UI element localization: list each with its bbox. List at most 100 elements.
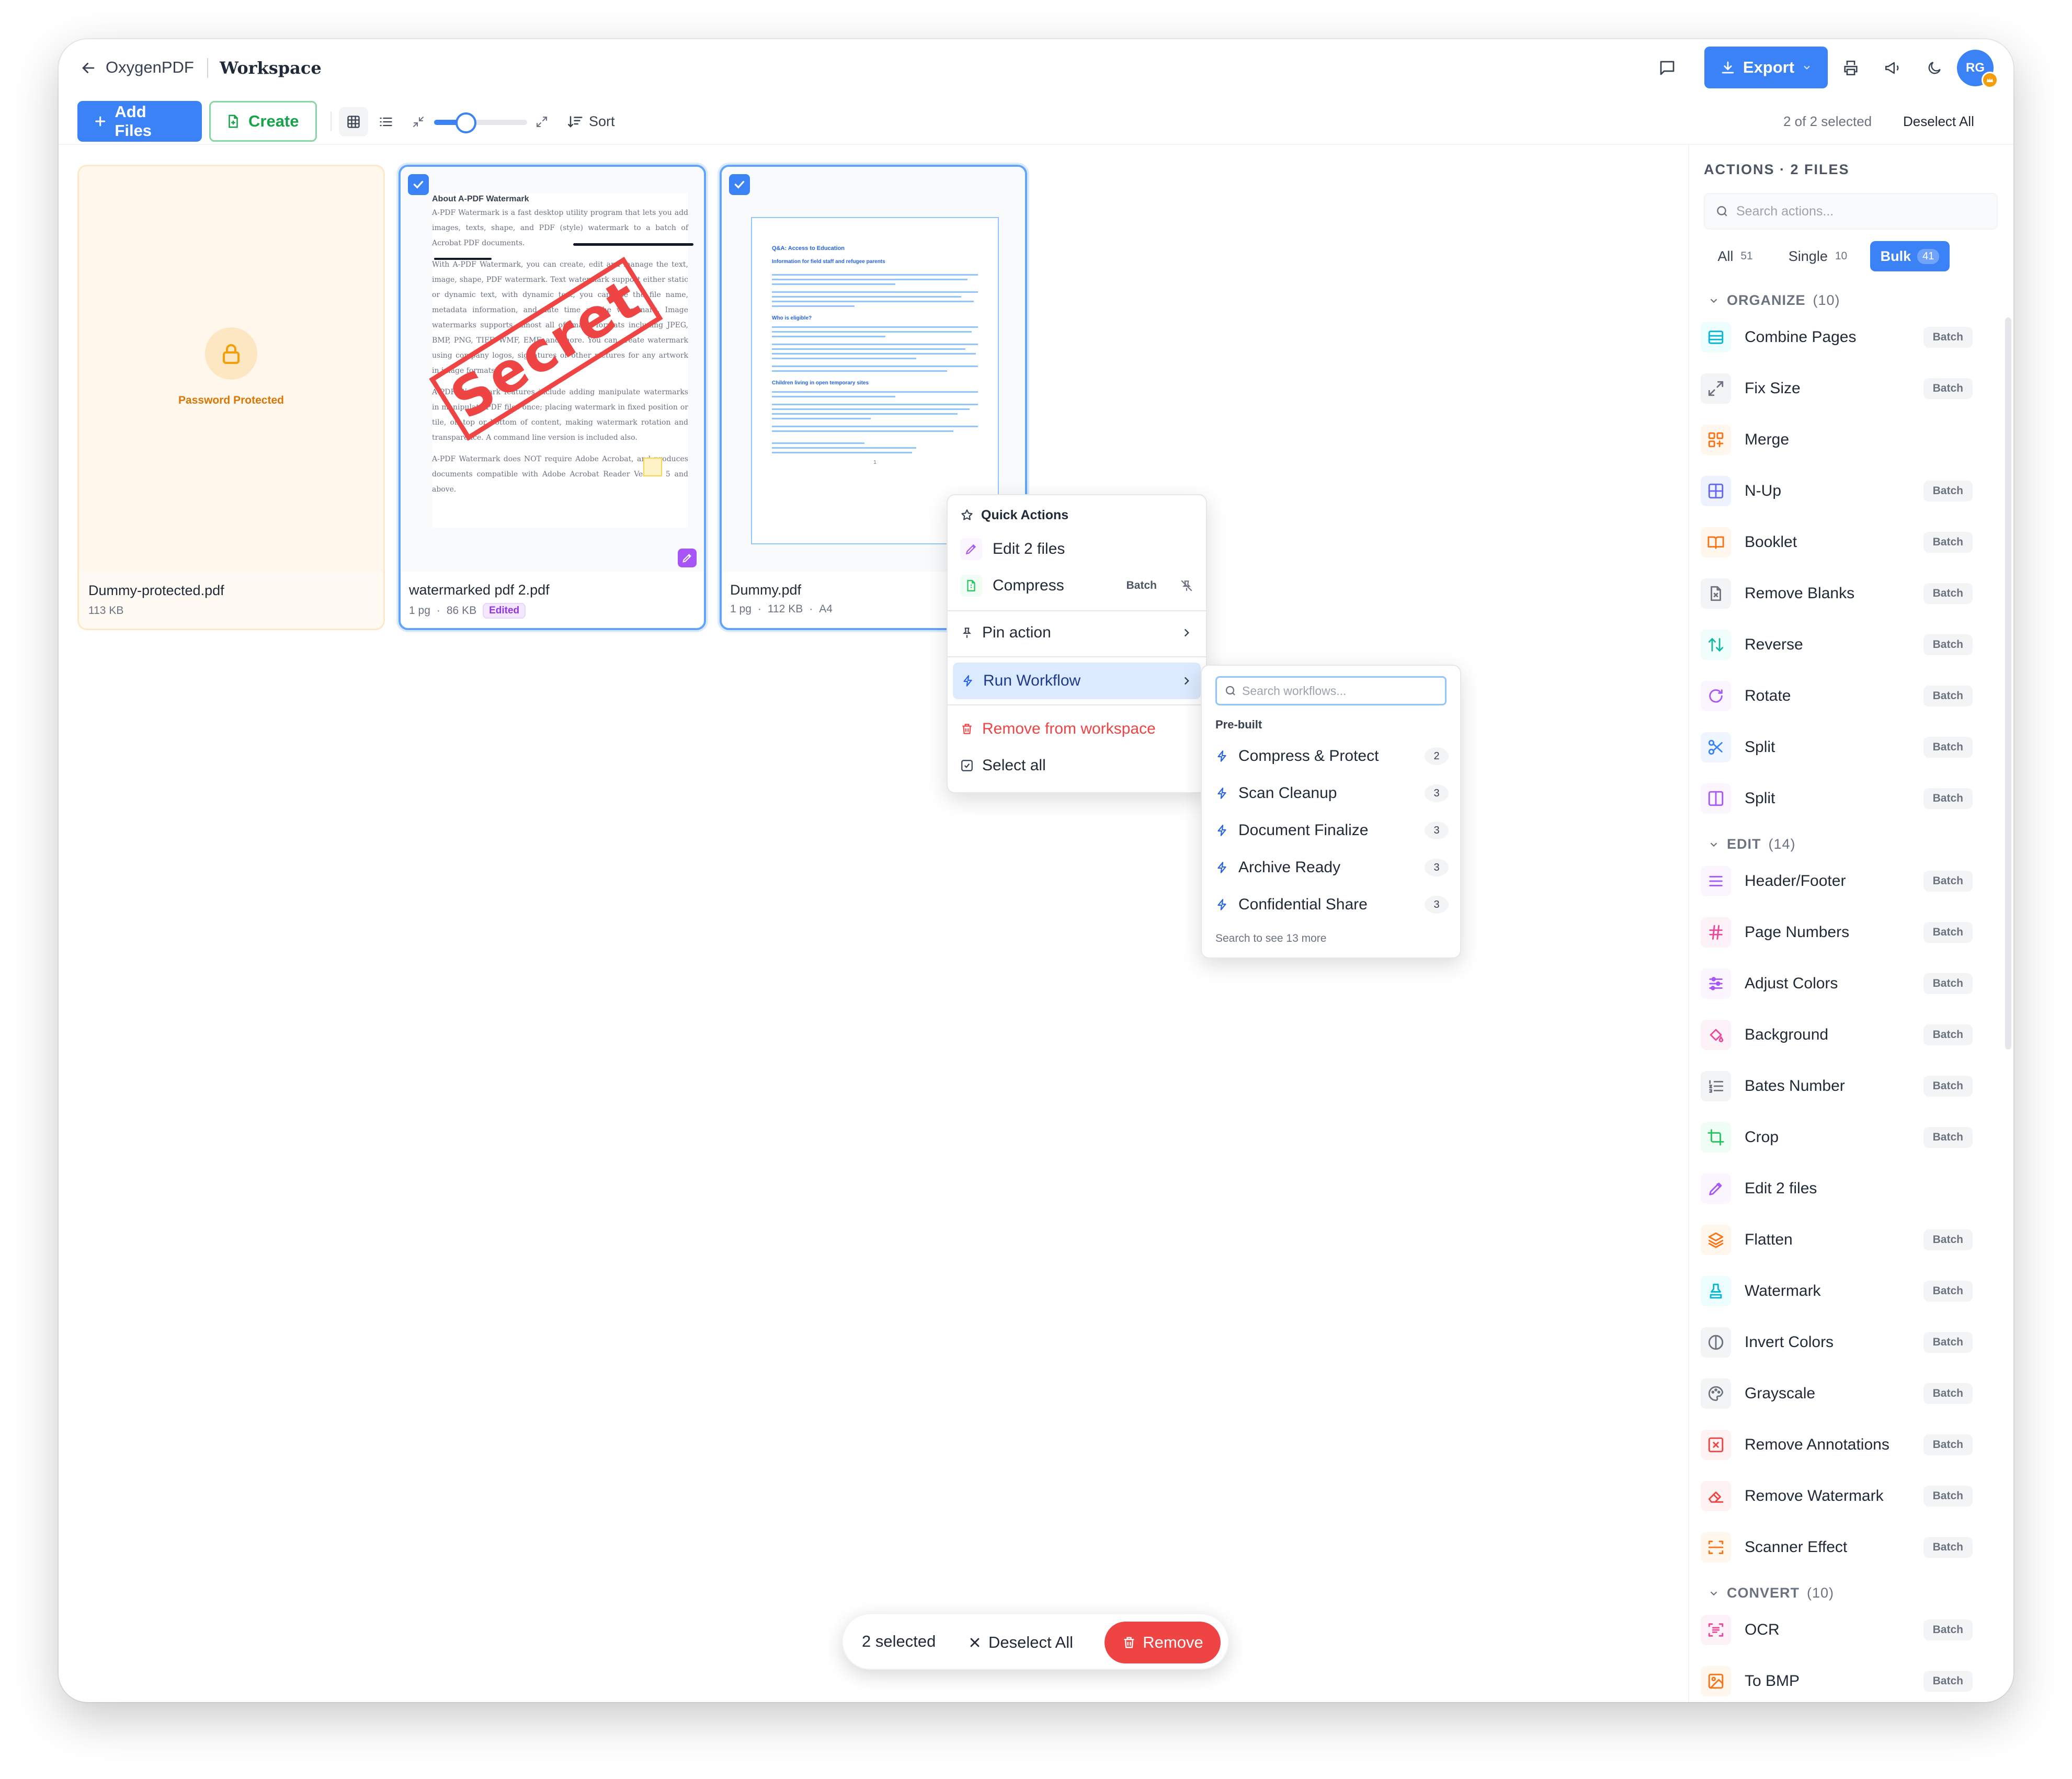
file-card[interactable]: Password Protected Dummy-protected.pdf 1… [77, 165, 385, 630]
zoom-slider[interactable] [434, 112, 527, 133]
crop-icon [1701, 1122, 1731, 1153]
action-item[interactable]: Scanner Effect Batch [1689, 1526, 1982, 1568]
megaphone-icon[interactable] [1881, 56, 1905, 80]
deselect-all-link[interactable]: Deselect All [1903, 113, 1974, 130]
download-icon [1722, 61, 1734, 74]
sidebar-scrollbar[interactable] [2005, 317, 2011, 1050]
action-item[interactable]: Fix Size Batch [1689, 368, 1982, 409]
arrows-updown-icon [1701, 630, 1731, 660]
action-label: Reverse [1745, 636, 1803, 653]
doc-page-number: 1 [873, 460, 876, 465]
action-item[interactable]: Edit 2 files [1689, 1168, 1982, 1210]
section-organize[interactable]: ORGANIZE (10) [1708, 292, 1840, 309]
quick-actions-label: Quick Actions [981, 507, 1069, 522]
doc-text-block [772, 391, 978, 453]
page-format: A4 [819, 603, 833, 615]
pin-off-icon [1181, 580, 1192, 591]
action-item[interactable]: Bates Number Batch [1689, 1065, 1982, 1107]
trash-icon [962, 724, 972, 734]
workflow-search-placeholder: Search workflows... [1242, 683, 1347, 698]
selection-checkbox[interactable] [408, 174, 429, 195]
export-button[interactable]: Export [1704, 47, 1828, 88]
edit-badge-icon[interactable] [678, 549, 697, 567]
menu-item-label: Pin action [982, 624, 1051, 641]
actions-search-input[interactable]: Search actions... [1704, 193, 1998, 230]
menu-item-pin-action[interactable]: Pin action [948, 614, 1206, 651]
action-item[interactable]: To BMP Batch [1689, 1660, 1982, 1702]
menu-item-edit[interactable]: Edit 2 files [948, 531, 1206, 567]
action-item[interactable]: Page Numbers Batch [1689, 911, 1982, 953]
action-item[interactable]: Grayscale Batch [1689, 1373, 1982, 1415]
batch-badge: Batch [1923, 532, 1973, 553]
menu-item-select-all[interactable]: Select all [948, 747, 1206, 784]
action-item[interactable]: Crop Batch [1689, 1116, 1982, 1158]
comment-icon[interactable] [1655, 56, 1679, 80]
deselect-all-button[interactable]: Deselect All [967, 1629, 1073, 1656]
workflow-item[interactable]: Document Finalize 3 [1215, 812, 1449, 849]
menu-item-remove[interactable]: Remove from workspace [948, 711, 1206, 747]
workflow-item[interactable]: Scan Cleanup 3 [1215, 775, 1449, 812]
add-files-button[interactable]: Add Files [77, 101, 202, 142]
remove-button[interactable]: Remove [1105, 1622, 1221, 1663]
filter-tab-bulk[interactable]: Bulk 41 [1870, 241, 1950, 271]
action-item[interactable]: Flatten Batch [1689, 1219, 1982, 1261]
action-item[interactable]: Remove Blanks Batch [1689, 573, 1982, 614]
sort-button[interactable]: Sort [568, 110, 615, 132]
list-numbers-icon [1701, 1071, 1731, 1101]
back-arrow-icon[interactable] [76, 56, 100, 80]
action-item[interactable]: Rotate Batch [1689, 675, 1982, 717]
action-item[interactable]: Background Batch [1689, 1014, 1982, 1056]
section-count: (14) [1768, 836, 1796, 852]
action-item[interactable]: Header/Footer Batch [1689, 860, 1982, 902]
action-item[interactable]: Remove Annotations Batch [1689, 1424, 1982, 1466]
chevron-down-icon [1804, 65, 1810, 70]
lightning-icon [1217, 750, 1226, 762]
filter-tab-single[interactable]: Single 10 [1776, 241, 1860, 271]
action-item[interactable]: Invert Colors Batch [1689, 1321, 1982, 1363]
app-name[interactable]: OxygenPDF [106, 58, 194, 77]
crown-badge-icon [1982, 72, 1998, 88]
list-view-button[interactable] [371, 107, 401, 136]
close-icon [970, 1638, 980, 1647]
workflow-search-input[interactable]: Search workflows... [1215, 676, 1447, 705]
selection-checkbox[interactable] [729, 174, 750, 195]
file-card[interactable]: About A-PDF Watermark A-PDF Watermark is… [399, 165, 706, 630]
section-convert[interactable]: CONVERT (10) [1708, 1585, 1834, 1601]
action-item[interactable]: Booklet Batch [1689, 521, 1982, 563]
slider-thumb[interactable] [456, 112, 476, 133]
action-item[interactable]: Adjust Colors Batch [1689, 963, 1982, 1005]
menu-item-compress[interactable]: Compress Batch [948, 567, 1206, 604]
shrink-icon[interactable] [409, 112, 428, 131]
action-item[interactable]: Watermark Batch [1689, 1270, 1982, 1312]
action-item[interactable]: N-Up Batch [1689, 470, 1982, 512]
create-button[interactable]: Create [209, 101, 317, 142]
chevron-down-icon [1710, 1591, 1717, 1595]
section-edit[interactable]: EDIT (14) [1708, 836, 1796, 852]
pencil-icon [1701, 1173, 1731, 1204]
workflow-label: Compress & Protect [1238, 747, 1379, 765]
action-item[interactable]: OCR Batch [1689, 1609, 1982, 1651]
filter-tab-all[interactable]: All 51 [1704, 241, 1767, 271]
section-label: ORGANIZE [1727, 292, 1806, 308]
menu-divider [948, 704, 1206, 705]
action-item[interactable]: Merge [1689, 419, 1982, 461]
workflow-item[interactable]: Compress & Protect 2 [1215, 738, 1449, 774]
expand-icon[interactable] [532, 112, 551, 131]
action-item[interactable]: Combine Pages Batch [1689, 316, 1982, 358]
workflow-item[interactable]: Archive Ready 3 [1215, 849, 1449, 886]
action-item[interactable]: Split Batch [1689, 778, 1982, 819]
print-icon[interactable] [1839, 56, 1863, 80]
menu-item-label: Edit 2 files [993, 540, 1065, 557]
create-label: Create [248, 112, 299, 130]
menu-item-run-workflow[interactable]: Run Workflow [953, 663, 1201, 699]
action-label: OCR [1745, 1621, 1780, 1638]
action-item[interactable]: Remove Watermark Batch [1689, 1475, 1982, 1517]
moon-icon[interactable] [1922, 56, 1946, 80]
file-name: Dummy.pdf [730, 582, 802, 598]
action-item[interactable]: Reverse Batch [1689, 624, 1982, 666]
chevron-down-icon [1710, 298, 1717, 303]
grid-view-button[interactable] [339, 107, 368, 136]
batch-badge: Batch [1923, 481, 1973, 501]
action-item[interactable]: Split Batch [1689, 726, 1982, 768]
workflow-item[interactable]: Confidential Share 3 [1215, 886, 1449, 923]
